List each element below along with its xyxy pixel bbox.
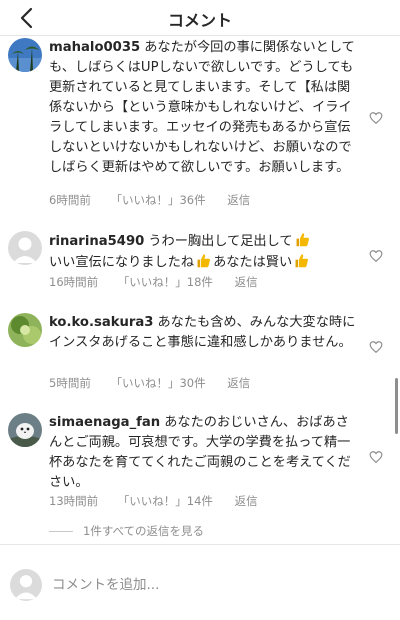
comment-likes[interactable]: 「いいね！」36件: [110, 193, 205, 207]
comment-body-part-1: うわー胸出して足出して: [148, 234, 293, 249]
heart-icon[interactable]: [369, 340, 383, 354]
comment-likes[interactable]: 「いいね！」30件: [110, 376, 205, 390]
page-title: コメント: [167, 11, 232, 30]
comment-time: 13時間前: [49, 494, 99, 508]
header-bar: コメント: [0, 0, 400, 36]
view-replies-button[interactable]: 1件すべての返信を見る: [49, 523, 204, 539]
comment-body: あなたが今回の事に関係ないとしても、しばらくはUPしないで欲しいです。どうしても…: [49, 40, 355, 175]
reply-button[interactable]: 返信: [227, 193, 250, 207]
comment-meta: 6時間前 「いいね！」36件 返信: [49, 192, 266, 208]
heart-icon[interactable]: [369, 450, 383, 464]
comment-likes[interactable]: 「いいね！」14件: [118, 494, 213, 508]
comment-meta: 16時間前 「いいね！」18件 返信: [49, 274, 274, 290]
comment-body-part-3: あなたは賢い: [213, 255, 293, 270]
comment-input[interactable]: [52, 573, 372, 597]
comment-username[interactable]: mahalo0035: [49, 40, 140, 55]
heart-icon[interactable]: [369, 249, 383, 263]
comment-meta: 13時間前 「いいね！」14件 返信: [49, 493, 274, 509]
comment-username[interactable]: rinarina5490: [49, 234, 144, 249]
comment-text: ko.ko.sakura3 あなたも含め、みんな大変な時にインスタあげること事態に…: [49, 313, 359, 353]
thumbs-up-emoji-icon: [296, 233, 309, 247]
comment-time: 16時間前: [49, 275, 99, 289]
reply-button[interactable]: 返信: [235, 494, 258, 508]
thumbs-up-emoji-icon: [197, 254, 211, 268]
comment-username[interactable]: ko.ko.sakura3: [49, 315, 153, 330]
replies-divider: [49, 531, 73, 532]
view-replies-label: 1件すべての返信を見る: [83, 524, 205, 538]
comment-time: 6時間前: [49, 193, 91, 207]
comment-time: 5時間前: [49, 376, 91, 390]
comment-username[interactable]: simaenaga_fan: [49, 415, 160, 430]
scrollbar[interactable]: [395, 378, 398, 434]
comment-text: mahalo0035 あなたが今回の事に関係ないとしても、しばらくはUPしないで欲…: [49, 38, 359, 178]
avatar: [10, 569, 42, 601]
avatar[interactable]: [8, 38, 42, 72]
comment-body-part-2: いい宣伝になりましたね: [49, 255, 195, 270]
heart-icon[interactable]: [369, 111, 383, 125]
comment-meta: 5時間前 「いいね！」30件 返信: [49, 375, 266, 391]
comment-likes[interactable]: 「いいね！」18件: [118, 275, 213, 289]
comment-text: rinarina5490 うわー胸出して足出していい宣伝になりましたね あなたは賢い: [49, 231, 359, 273]
avatar[interactable]: [8, 413, 42, 447]
comment-text: simaenaga_fan あなたのおじいさん、おばあさんとご両親。可哀想です。大…: [49, 413, 359, 493]
thumbs-up-emoji-icon: [295, 254, 309, 268]
reply-button[interactable]: 返信: [227, 376, 250, 390]
comment-composer: [0, 544, 400, 620]
avatar[interactable]: [8, 313, 42, 347]
reply-button[interactable]: 返信: [235, 275, 258, 289]
avatar[interactable]: [8, 231, 42, 265]
